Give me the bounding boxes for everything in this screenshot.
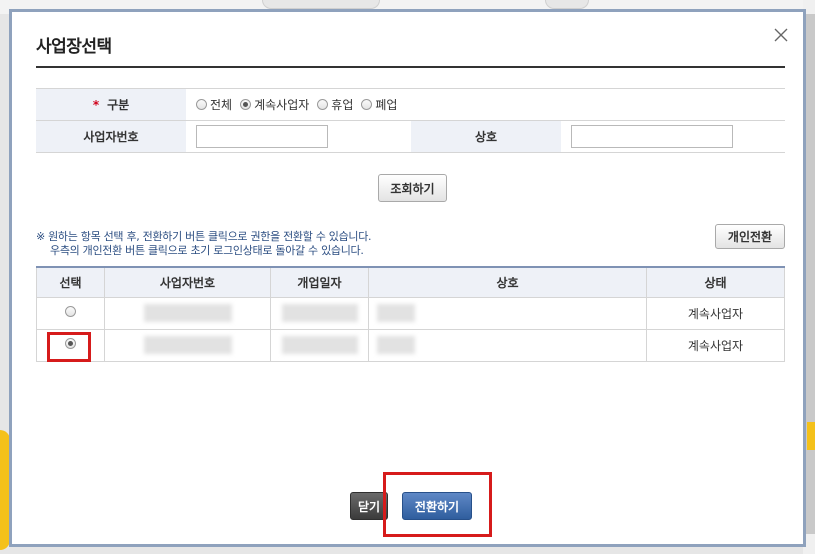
company-name-input[interactable] (571, 125, 733, 148)
required-mark: * (92, 97, 100, 112)
category-radio-group: 전체 계속사업자 휴업 폐업 (196, 96, 397, 113)
business-number-cell (104, 296, 271, 330)
background-tab (262, 0, 380, 9)
background-scrollbar (805, 14, 815, 534)
background-search-pill (545, 0, 589, 9)
open-date-cell (270, 296, 369, 330)
business-number-label: 사업자번호 (36, 121, 186, 152)
search-fields-row: 사업자번호 상호 (36, 121, 785, 153)
category-row: * 구분 전체 계속사업자 휴업 폐업 (36, 89, 785, 121)
header-business-number: 사업자번호 (104, 267, 271, 298)
selection-highlight-box (47, 332, 91, 362)
business-select-modal: 사업장선택 * 구분 전체 계속사업자 휴업 폐업 사업자번호 상호 조회하기 … (9, 9, 806, 547)
row-select-cell (36, 296, 105, 330)
results-table: 선택 사업자번호 개업일자 상호 상태 계속사업자 계속사업자 (36, 266, 785, 362)
background-decoration-right (807, 422, 815, 450)
company-name-label: 상호 (411, 121, 561, 152)
company-name-cell (368, 296, 647, 330)
notice-line-1: ※ 원하는 항목 선택 후, 전환하기 버튼 클릭으로 권한을 전환할 수 있습… (36, 230, 372, 243)
row-radio-button[interactable] (65, 306, 76, 317)
status-cell: 계속사업자 (646, 296, 785, 330)
modal-title: 사업장선택 (36, 37, 112, 57)
header-company-name: 상호 (368, 267, 647, 298)
redacted-open-date (281, 304, 358, 322)
business-number-cell (104, 328, 271, 362)
radio-button-checked[interactable] (240, 99, 252, 110)
redacted-business-number (143, 304, 232, 322)
header-open-date: 개업일자 (270, 267, 369, 298)
status-cell: 계속사업자 (646, 328, 785, 362)
close-icon[interactable] (773, 27, 789, 43)
redacted-business-number (143, 336, 232, 354)
company-name-cell (561, 121, 733, 152)
radio-closed[interactable]: 폐업 (361, 96, 397, 113)
header-select: 선택 (36, 267, 105, 298)
company-name-cell (368, 328, 647, 362)
open-date-cell (270, 328, 369, 362)
header-status: 상태 (646, 267, 785, 298)
radio-button[interactable] (361, 99, 373, 110)
notice-line-2: 우측의 개인전환 버튼 클릭으로 초기 로그인상태로 돌아갈 수 있습니다. (50, 244, 364, 257)
switch-highlight-box (383, 472, 492, 537)
radio-suspended[interactable]: 휴업 (317, 96, 353, 113)
business-number-input[interactable] (196, 125, 328, 148)
radio-button[interactable] (317, 99, 329, 110)
table-row[interactable]: 계속사업자 (36, 296, 785, 330)
search-form: * 구분 전체 계속사업자 휴업 폐업 사업자번호 상호 (36, 88, 785, 153)
business-number-cell (186, 121, 411, 152)
redacted-open-date (281, 336, 358, 354)
radio-button[interactable] (196, 99, 207, 110)
radio-all[interactable]: 전체 (196, 96, 232, 113)
title-divider (36, 66, 785, 68)
category-options: 전체 계속사업자 휴업 폐업 (186, 89, 397, 120)
table-row[interactable]: 계속사업자 (36, 328, 785, 362)
personal-switch-button[interactable]: 개인전환 (715, 224, 785, 249)
notice-text: ※ 원하는 항목 선택 후, 전환하기 버튼 클릭으로 권한을 전환할 수 있습… (36, 230, 372, 258)
table-header-row: 선택 사업자번호 개업일자 상호 상태 (36, 267, 785, 298)
redacted-company-name (377, 336, 415, 354)
radio-continuing[interactable]: 계속사업자 (240, 96, 309, 113)
search-button[interactable]: 조회하기 (378, 174, 447, 202)
redacted-company-name (377, 304, 415, 322)
category-label: * 구분 (36, 89, 186, 120)
